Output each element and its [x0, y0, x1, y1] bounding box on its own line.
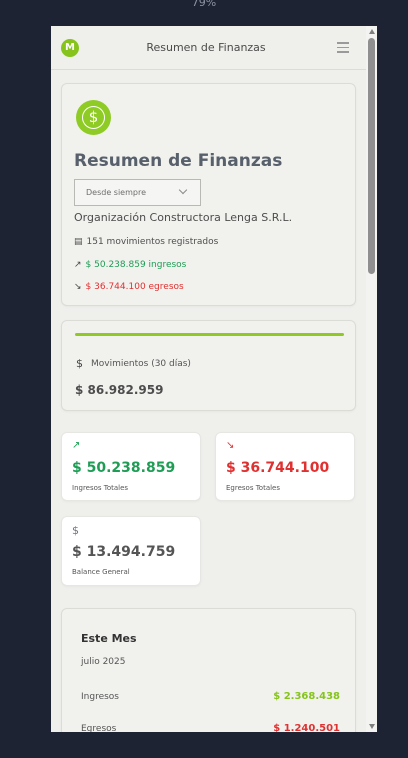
scroll-down-icon[interactable] [369, 724, 375, 729]
movements-label: Movimientos (30 días) [91, 358, 191, 369]
page-title: Resumen de Finanzas [74, 151, 283, 171]
month-expense-label: Egresos [81, 724, 117, 732]
hamburger-icon[interactable] [337, 42, 349, 53]
income-line: ↗ $ 50.238.859 ingresos [74, 260, 186, 270]
balance-label: Balance General [72, 568, 130, 576]
movements-label-line: $ Movimientos (30 días) [76, 357, 191, 370]
month-income-label: Ingresos [81, 692, 119, 702]
movements-count-line: ▤ 151 movimientos registrados [74, 237, 218, 247]
income-summary: $ 50.238.859 ingresos [85, 260, 187, 270]
trending-down-icon: ↘ [74, 282, 82, 292]
top-bar-title: Resumen de Finanzas [146, 41, 266, 54]
document-icon: ▤ [74, 237, 83, 247]
dollar-icon: $ [72, 524, 79, 537]
month-title: Este Mes [81, 632, 137, 645]
movements-value: $ 86.982.959 [75, 383, 164, 397]
period-select[interactable]: Desde siempre [74, 179, 201, 206]
scrollbar[interactable] [366, 26, 377, 732]
income-total-value: $ 50.238.859 [72, 460, 176, 476]
progress-bar [75, 333, 344, 336]
month-card: Este Mes julio 2025 Ingresos $ 2.368.438… [61, 608, 356, 732]
expense-stat-card: ↘ $ 36.744.100 Egresos Totales [215, 432, 355, 501]
period-select-value: Desde siempre [86, 188, 147, 197]
month-income-value: $ 2.368.438 [273, 691, 340, 702]
balance-stat-card: $ $ 13.494.759 Balance General [61, 516, 201, 586]
app-viewport: M Resumen de Finanzas $ Resumen de Finan… [51, 26, 377, 732]
scroll-thumb[interactable] [368, 38, 375, 274]
expense-line: ↘ $ 36.744.100 egresos [74, 282, 184, 292]
expense-total-value: $ 36.744.100 [226, 460, 330, 476]
month-subtitle: julio 2025 [81, 657, 126, 667]
income-stat-card: ↗ $ 50.238.859 Ingresos Totales [61, 432, 201, 501]
expense-summary: $ 36.744.100 egresos [85, 282, 184, 292]
dollar-circle-icon: $ [76, 100, 111, 135]
organization-name: Organización Constructora Lenga S.R.L. [74, 211, 293, 224]
trending-up-icon: ↗ [72, 440, 81, 451]
summary-card: $ Resumen de Finanzas Desde siempre Orga… [61, 83, 356, 306]
app-logo[interactable]: M [61, 39, 79, 57]
income-total-label: Ingresos Totales [72, 484, 129, 492]
dollar-icon: $ [76, 357, 83, 370]
scroll-up-icon[interactable] [369, 29, 375, 34]
movements-count: 151 movimientos registrados [86, 237, 219, 247]
trending-up-icon: ↗ [74, 260, 82, 270]
balance-value: $ 13.494.759 [72, 544, 176, 560]
top-bar: M Resumen de Finanzas [51, 26, 366, 70]
expense-total-label: Egresos Totales [226, 484, 281, 492]
zoom-indicator: 79% [191, 0, 217, 9]
chevron-down-icon [178, 185, 188, 195]
month-expense-value: $ 1.240.501 [273, 723, 340, 732]
movements-card: $ Movimientos (30 días) $ 86.982.959 [61, 320, 356, 411]
trending-down-icon: ↘ [226, 440, 235, 451]
